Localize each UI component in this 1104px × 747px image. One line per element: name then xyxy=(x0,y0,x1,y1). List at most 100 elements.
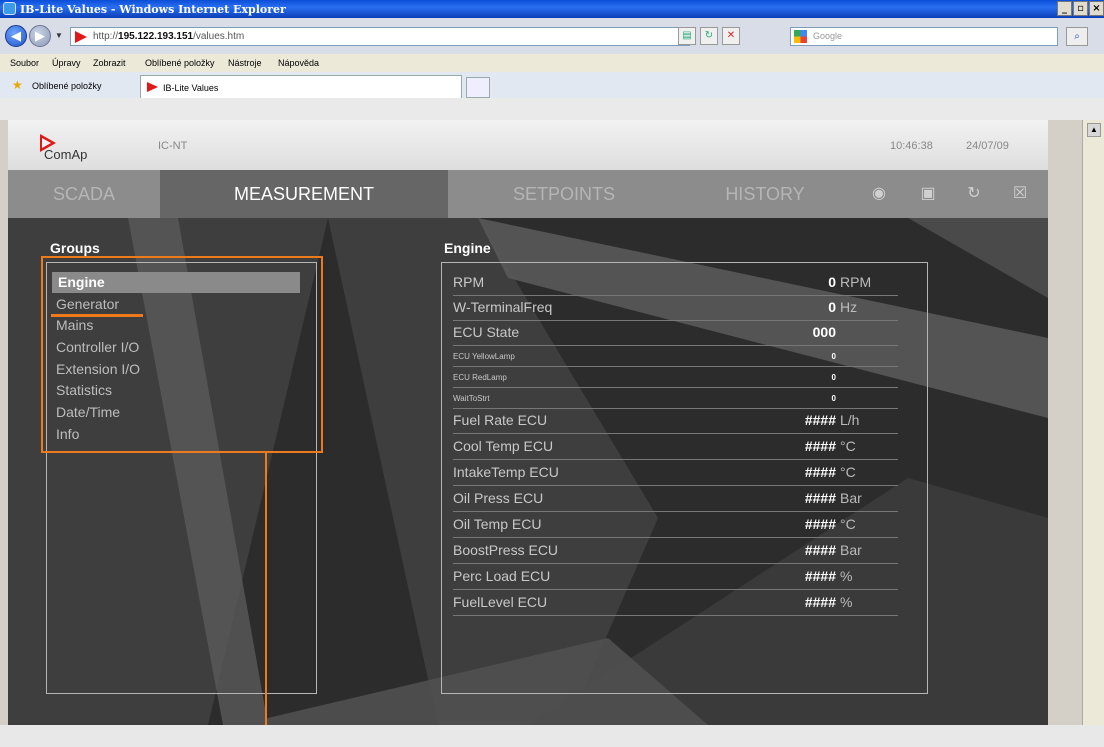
value-reading: 0 xyxy=(828,274,836,290)
value-reading: 0 xyxy=(828,299,836,315)
value-unit: Bar xyxy=(840,490,862,506)
value-reading: 0 xyxy=(831,373,836,382)
window-titlebar: IB-Lite Values - Windows Internet Explor… xyxy=(0,0,1104,18)
settings-icon[interactable]: ◉ xyxy=(869,184,889,204)
menu-oblibene[interactable]: Oblíbené položky xyxy=(145,58,215,68)
favorites-label[interactable]: Oblíbené položky xyxy=(32,81,102,91)
value-unit: °C xyxy=(840,516,856,532)
page-scrollbar[interactable]: ▲ xyxy=(1082,120,1104,725)
time: 10:46:38 xyxy=(890,140,933,152)
value-row-ecu-state: ECU State 000 xyxy=(453,320,898,346)
lock-icon[interactable]: ▣ xyxy=(918,184,938,204)
value-row-perc-load: Perc Load ECU #### % xyxy=(453,564,898,590)
exit-icon[interactable]: ☒ xyxy=(1010,184,1030,204)
value-name: Perc Load ECU xyxy=(453,568,551,584)
stop-icon[interactable]: ✕ xyxy=(722,27,740,45)
value-row-ecu-yellow-lamp: ECU YellowLamp 0 xyxy=(453,345,898,367)
compatibility-icon[interactable]: ▤ xyxy=(678,27,696,45)
logo-text: ComAp xyxy=(44,147,88,162)
value-row-rpm: RPM 0 RPM xyxy=(453,270,898,296)
annotation-leader-line xyxy=(265,453,267,725)
date: 24/07/09 xyxy=(966,140,1009,152)
value-reading: #### xyxy=(804,490,836,506)
value-reading: #### xyxy=(804,464,836,480)
search-button[interactable]: ⌕ xyxy=(1066,27,1088,46)
new-tab-button[interactable] xyxy=(466,77,490,98)
value-name: BoostPress ECU xyxy=(453,542,559,558)
value-unit: % xyxy=(840,568,853,584)
value-name: Oil Press ECU xyxy=(453,490,544,506)
value-reading: #### xyxy=(804,412,836,428)
history-dropdown-icon[interactable]: ▼ xyxy=(55,31,63,40)
search-placeholder: Google xyxy=(813,31,843,41)
tab-favicon-icon xyxy=(147,82,158,92)
menu-upravy[interactable]: Úpravy xyxy=(52,58,81,68)
tab-history[interactable]: HISTORY xyxy=(680,170,850,218)
controller-name: IC-NT xyxy=(158,140,188,152)
window-title: IB-Lite Values - Windows Internet Explor… xyxy=(20,3,286,16)
refresh-page-icon[interactable]: ↻ xyxy=(964,184,984,204)
maximize-icon[interactable]: ▫ xyxy=(1073,1,1088,16)
value-name: Fuel Rate ECU xyxy=(453,412,548,428)
value-row-intake-temp: IntakeTemp ECU #### °C xyxy=(453,460,898,486)
favorites-star-icon[interactable]: ★ xyxy=(12,79,23,91)
value-reading: #### xyxy=(804,438,836,454)
close-icon[interactable]: × xyxy=(1089,1,1104,16)
value-reading: 0 xyxy=(831,394,836,403)
value-row-oil-temp: Oil Temp ECU #### °C xyxy=(453,512,898,538)
value-row-fuel-rate: Fuel Rate ECU #### L/h xyxy=(453,408,898,434)
google-icon xyxy=(794,30,807,43)
main-nav: SCADA MEASUREMENT SETPOINTS HISTORY ◉ ▣ … xyxy=(8,170,1048,218)
address-toolbar: ◀ ▶ ▼ http://195.122.193.151/values.htm … xyxy=(0,18,1104,54)
tab-scada[interactable]: SCADA xyxy=(8,170,160,218)
value-reading: 0 xyxy=(831,352,836,361)
value-reading: #### xyxy=(804,568,836,584)
annotation-underline xyxy=(51,314,143,317)
value-unit: Bar xyxy=(840,542,862,558)
value-unit: Hz xyxy=(840,299,858,315)
menu-bar: Soubor Úpravy Zobrazit Oblíbené položky … xyxy=(0,54,1104,73)
value-name: FuelLevel ECU xyxy=(453,594,548,610)
menu-napoveda[interactable]: Nápověda xyxy=(278,58,319,68)
minimize-icon[interactable]: _ xyxy=(1057,1,1072,16)
tab-measurement[interactable]: MEASUREMENT xyxy=(160,170,448,218)
value-reading: #### xyxy=(804,542,836,558)
value-name: W-TerminalFreq xyxy=(453,299,553,315)
refresh-icon[interactable]: ↻ xyxy=(700,27,718,45)
value-name: ECU State xyxy=(453,324,520,340)
groups-heading: Groups xyxy=(50,240,100,256)
url-text: http://195.122.193.151/values.htm xyxy=(93,31,245,42)
menu-nastroje[interactable]: Nástroje xyxy=(228,58,262,68)
value-row-wait-to-start: WaitToStrt 0 xyxy=(453,387,898,409)
value-unit: % xyxy=(840,594,853,610)
value-row-cool-temp: Cool Temp ECU #### °C xyxy=(453,434,898,460)
window-controls: _ ▫ × xyxy=(1057,1,1104,16)
value-name: Cool Temp ECU xyxy=(453,438,554,454)
site-favicon-icon xyxy=(75,31,87,43)
address-actions: ▤ ↻ ✕ xyxy=(678,27,740,45)
value-reading: #### xyxy=(804,594,836,610)
value-name: WaitToStrt xyxy=(453,394,490,403)
back-button[interactable]: ◀ xyxy=(5,25,27,47)
value-name: Oil Temp ECU xyxy=(453,516,542,532)
value-reading: #### xyxy=(804,516,836,532)
value-name: RPM xyxy=(453,274,485,290)
engine-heading: Engine xyxy=(444,240,491,256)
forward-button[interactable]: ▶ xyxy=(29,25,51,47)
value-unit: L/h xyxy=(840,412,860,428)
browser-tab[interactable]: IB-Lite Values xyxy=(140,75,462,98)
menu-zobrazit[interactable]: Zobrazit xyxy=(93,58,126,68)
scroll-up-icon[interactable]: ▲ xyxy=(1087,123,1101,137)
value-unit: RPM xyxy=(840,274,872,290)
favorites-bar: ★ Oblíbené položky IB-Lite Values xyxy=(0,72,1104,99)
page-top-strip xyxy=(0,98,1104,120)
ie-logo-icon xyxy=(3,2,16,15)
search-input[interactable]: Google xyxy=(790,27,1058,46)
value-row-boost-press: BoostPress ECU #### Bar xyxy=(453,538,898,564)
value-row-oil-press: Oil Press ECU #### Bar xyxy=(453,486,898,512)
value-unit: °C xyxy=(840,438,856,454)
address-field[interactable]: http://195.122.193.151/values.htm xyxy=(70,27,690,46)
tab-setpoints[interactable]: SETPOINTS xyxy=(448,170,680,218)
menu-soubor[interactable]: Soubor xyxy=(10,58,39,68)
value-row-w-terminal-freq: W-TerminalFreq 0 Hz xyxy=(453,295,898,321)
